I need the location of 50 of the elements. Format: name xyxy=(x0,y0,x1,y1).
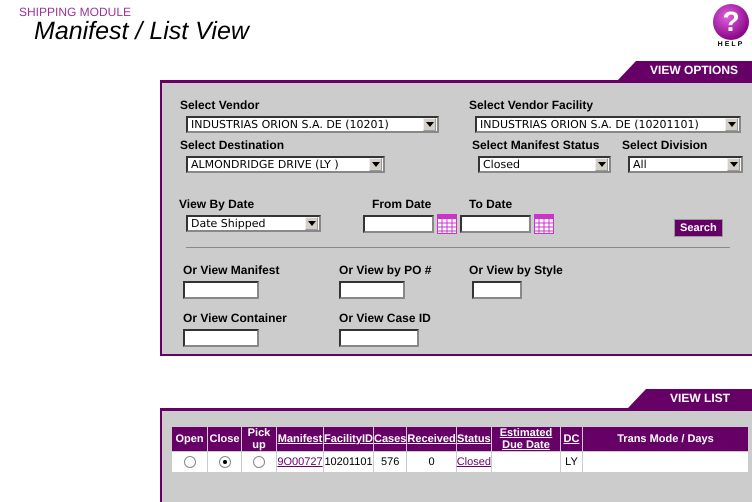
dropdown[interactable]: Date Shipped xyxy=(186,215,321,232)
sort-link[interactable]: Status xyxy=(456,427,491,451)
page-title: Manifest / List View xyxy=(34,19,249,43)
text-field[interactable] xyxy=(183,281,259,299)
calendar-icon[interactable] xyxy=(534,214,554,234)
field-label: To Date xyxy=(469,197,514,213)
field-label: Select Manifest Status xyxy=(472,138,600,154)
table-cell: LY xyxy=(560,452,582,472)
calendar-icon[interactable] xyxy=(437,214,457,234)
field-label: Or View by PO # xyxy=(339,263,432,279)
field-label: Select Vendor xyxy=(180,98,260,114)
help-button[interactable]: ? xyxy=(713,4,749,40)
radio-button[interactable] xyxy=(184,456,196,468)
field-label: From Date xyxy=(372,197,432,213)
sort-link[interactable]: Estimated Due Date xyxy=(492,427,560,451)
dropdown[interactable]: INDUSTRIAS ORION S.A. DE (10201101) xyxy=(475,116,741,133)
column-header: Pick up xyxy=(242,427,276,451)
search-button[interactable]: Search xyxy=(674,219,723,237)
text-field[interactable] xyxy=(183,329,259,347)
column-header: Trans Mode / Days xyxy=(582,427,748,451)
field-label: Or View Case ID xyxy=(339,311,432,327)
field-label: Or View Manifest xyxy=(183,263,280,279)
text-field[interactable] xyxy=(472,281,522,299)
sort-link[interactable]: FacilityID xyxy=(324,427,373,451)
date-field[interactable] xyxy=(460,215,531,233)
field-label: Select Division xyxy=(622,138,708,154)
text-field[interactable] xyxy=(339,329,419,347)
table-cell: 10201101 xyxy=(324,452,373,472)
table-cell: 0 xyxy=(407,452,456,472)
radio-button[interactable] xyxy=(218,456,230,468)
column-header: Open xyxy=(172,427,207,451)
table-cell: 576 xyxy=(374,452,406,472)
field-label: Or View by Style xyxy=(469,263,564,279)
column-header: Close xyxy=(208,427,241,451)
sort-link[interactable]: DC xyxy=(560,427,582,451)
sort-link[interactable]: Received xyxy=(407,427,456,451)
module-title: SHIPPING MODULE xyxy=(19,5,132,19)
dropdown[interactable]: All xyxy=(628,156,743,173)
text-field[interactable] xyxy=(339,281,405,299)
sort-link[interactable]: Cases xyxy=(374,427,406,451)
dropdown[interactable]: ALMONDRIDGE DRIVE (LY ) xyxy=(186,156,385,173)
field-label: View By Date xyxy=(179,197,256,213)
dropdown[interactable]: INDUSTRIAS ORION S.A. DE (10201) xyxy=(186,116,439,133)
field-label: Select Destination xyxy=(180,138,286,154)
date-field[interactable] xyxy=(363,215,434,233)
sort-link[interactable]: Manifest xyxy=(277,427,323,451)
radio-button[interactable] xyxy=(253,456,265,468)
field-label: Or View Container xyxy=(183,311,288,327)
dropdown[interactable]: Closed xyxy=(478,156,611,173)
field-label: Select Vendor Facility xyxy=(469,98,594,114)
